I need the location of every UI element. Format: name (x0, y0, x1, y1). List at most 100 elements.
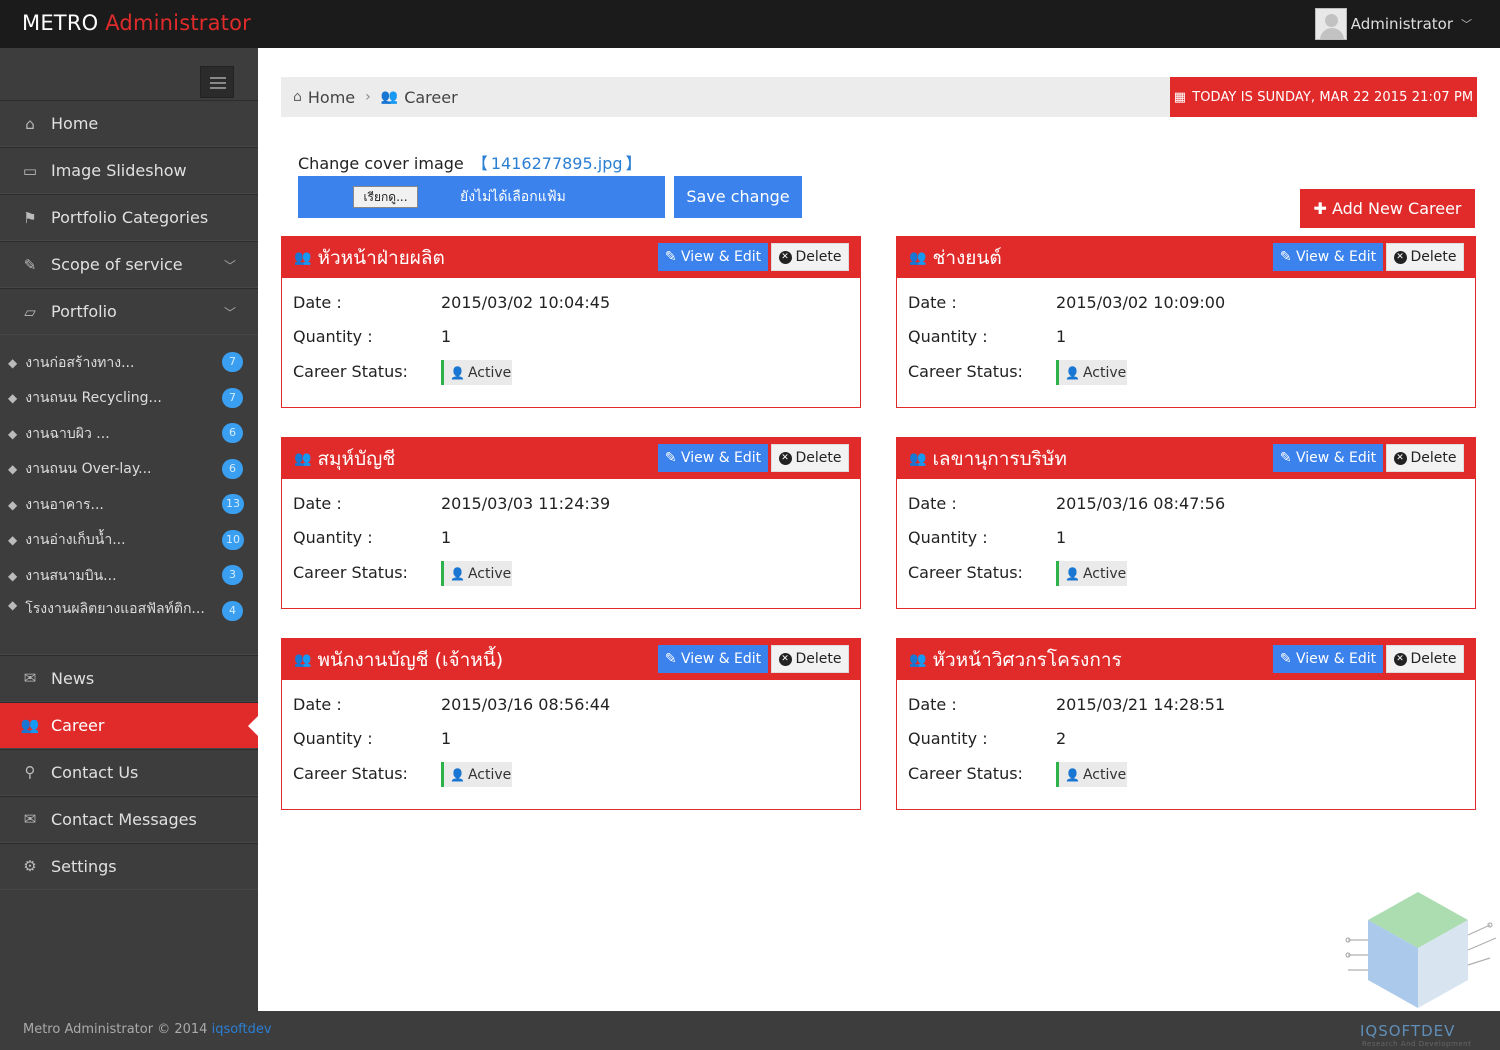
status-text: Active (1082, 364, 1127, 381)
submenu-item[interactable]: ◆ งานสนามบิน... 3 (0, 558, 258, 594)
bullhorn-icon: ✉ (23, 669, 37, 687)
sidebar-item-label: Settings (51, 856, 117, 876)
quantity-value: 2 (1056, 729, 1067, 748)
view-edit-button[interactable]: ✎ View & Edit (658, 444, 768, 472)
main-content: ⌂ Home › 👥 Career ▦ TODAY IS SUNDAY, MAR… (258, 48, 1500, 1011)
view-edit-button[interactable]: ✎ View & Edit (1273, 243, 1383, 271)
view-edit-button[interactable]: ✎ View & Edit (1273, 444, 1383, 472)
sidebar-item-label: Career (51, 715, 105, 735)
close-circle-icon: ✕ (1393, 451, 1407, 465)
career-card-header: 👥 สมุห์บัญชี ✎ View & Edit ✕ Delete (282, 438, 860, 479)
cover-filename-link[interactable]: 1416277895.jpg (491, 154, 623, 173)
delete-button[interactable]: ✕ Delete (1386, 444, 1464, 472)
sidebar-toggle-button[interactable] (200, 66, 234, 98)
sidebar-item-news[interactable]: ✉ News (0, 654, 258, 702)
sidebar-item-scope-of-service[interactable]: ✎ Scope of service ﹀ (0, 241, 258, 288)
career-actions: ✎ View & Edit ✕ Delete (658, 645, 849, 673)
cogs-icon: ⚙ (23, 857, 37, 875)
tag-icon: ◆ (8, 355, 18, 370)
delete-button[interactable]: ✕ Delete (1386, 645, 1464, 673)
count-badge: 6 (222, 458, 243, 479)
count-badge: 4 (222, 600, 243, 621)
submenu-item[interactable]: ◆ งานอาคาร... 13 (0, 487, 258, 523)
submenu-item[interactable]: ◆ งานถนน Recycling... 7 (0, 381, 258, 417)
user-icon: 👤 (1065, 365, 1080, 380)
submenu-item[interactable]: ◆ งานอ่างเก็บน้ำ... 10 (0, 523, 258, 559)
delete-button[interactable]: ✕ Delete (1386, 243, 1464, 271)
submenu-item[interactable]: ◆ งานถนน Over-lay... 6 (0, 452, 258, 488)
count-badge: 3 (222, 565, 243, 585)
count-badge: 7 (222, 387, 243, 408)
sidebar-item-contact-us[interactable]: ⚲ Contact Us (0, 748, 258, 796)
status-badge: 👤 Active (1056, 762, 1127, 787)
view-edit-label: View & Edit (1296, 249, 1377, 265)
status-label: Career Status: (908, 764, 1023, 783)
add-new-career-button[interactable]: ✚ Add New Career (1300, 189, 1475, 228)
submenu-item[interactable]: ◆ งานก่อสร้างทาง... 7 (0, 345, 258, 381)
add-new-career-label: Add New Career (1331, 199, 1462, 218)
quantity-value: 1 (441, 528, 452, 547)
status-badge: 👤 Active (1056, 360, 1127, 385)
submenu-item[interactable]: ◆ โรงงานผลิตยางแอสฟัลท์ติก... 4 (0, 594, 258, 644)
close-circle-icon: ✕ (1393, 652, 1407, 666)
date-label: Date : (908, 695, 957, 714)
sidebar-item-career[interactable]: 👥 Career (0, 701, 258, 749)
wrench-icon: ✎ (23, 255, 37, 274)
user-icon: 👤 (450, 365, 465, 380)
footer: Metro Administrator © 2014 iqsoftdev (0, 1011, 1500, 1050)
view-edit-button[interactable]: ✎ View & Edit (1273, 645, 1383, 673)
breadcrumb-separator: › (365, 89, 371, 105)
sidebar-item-portfolio[interactable]: ▱ Portfolio ﹀ (0, 288, 258, 335)
pencil-icon: ✎ (1279, 249, 1292, 265)
group-icon: 👥 (294, 450, 312, 467)
envelope-icon: ✉ (23, 810, 37, 828)
delete-label: Delete (795, 249, 842, 265)
sidebar-item-portfolio-categories[interactable]: ⚑ Portfolio Categories (0, 194, 258, 241)
date-value: 2015/03/02 10:09:00 (1056, 293, 1226, 312)
close-circle-icon: ✕ (778, 250, 792, 264)
hamburger-icon-line (210, 87, 226, 89)
delete-button[interactable]: ✕ Delete (771, 645, 849, 673)
delete-button[interactable]: ✕ Delete (771, 444, 849, 472)
browse-button[interactable]: เรียกดู... (353, 186, 418, 208)
top-navbar: METRO Administrator Administrator ﹀ (0, 0, 1500, 48)
delete-button[interactable]: ✕ Delete (771, 243, 849, 271)
tag-icon: ◆ (8, 391, 18, 406)
date-label: Date : (293, 695, 342, 714)
user-icon: 👤 (1065, 566, 1080, 581)
portfolio-submenu: ◆ งานก่อสร้างทาง... 7 ◆ งานถนน Recycling... 7… (0, 335, 258, 655)
sidebar-item-image-slideshow[interactable]: ▭ Image Slideshow (0, 147, 258, 194)
view-edit-button[interactable]: ✎ View & Edit (658, 645, 768, 673)
user-name: Administrator (1350, 15, 1453, 33)
career-title: หัวหน้าวิศวกรโครงการ (932, 648, 1122, 671)
career-title: หัวหน้าฝ่ายผลิต (317, 246, 445, 269)
status-label: Career Status: (293, 764, 408, 783)
tag-icon: ◆ (8, 462, 18, 477)
group-icon: 👥 (380, 89, 399, 105)
iqsoftdev-logo: IQSOFTDEV Research And Development (1340, 880, 1500, 1050)
career-card: 👥 พนักงานบัญชี (เจ้าหนี้) ✎ View & Edit ✕ De… (281, 638, 861, 810)
sidebar-item-settings[interactable]: ⚙ Settings (0, 842, 258, 890)
view-edit-button[interactable]: ✎ View & Edit (658, 243, 768, 271)
sidebar-item-contact-messages[interactable]: ✉ Contact Messages (0, 795, 258, 843)
date-label: Date : (908, 494, 957, 513)
brand-logo[interactable]: METRO Administrator (22, 11, 251, 35)
breadcrumb-home-link[interactable]: Home (308, 88, 355, 107)
footer-link[interactable]: iqsoftdev (212, 1022, 272, 1037)
career-card: 👥 สมุห์บัญชี ✎ View & Edit ✕ Delete Date :201… (281, 437, 861, 609)
sidebar-item-label: Home (51, 114, 99, 133)
cover-file-input[interactable]: เรียกดู... ยังไม่ได้เลือกแฟ้ม (298, 176, 665, 218)
pencil-icon: ✎ (1279, 651, 1292, 667)
today-date-badge: ▦ TODAY IS SUNDAY, MAR 22 2015 21:07 PM (1170, 77, 1477, 117)
view-edit-label: View & Edit (1296, 651, 1377, 667)
submenu-item[interactable]: ◆ งานฉาบผิว ... 6 (0, 416, 258, 452)
career-title: ช่างยนต์ (932, 246, 1002, 269)
footer-text: Metro Administrator © 2014 iqsoftdev (23, 1022, 272, 1037)
user-menu[interactable]: Administrator ﹀ (1314, 8, 1472, 40)
cover-image-label: Change cover image 【1416277895.jpg】 (298, 150, 645, 174)
save-change-button[interactable]: Save change (674, 176, 802, 218)
quantity-label: Quantity : (908, 528, 988, 547)
date-label: Date : (293, 494, 342, 513)
career-card: 👥 หัวหน้าวิศวกรโครงการ ✎ View & Edit ✕ Delet… (896, 638, 1476, 810)
sidebar-item-home[interactable]: ⌂ Home (0, 100, 258, 147)
